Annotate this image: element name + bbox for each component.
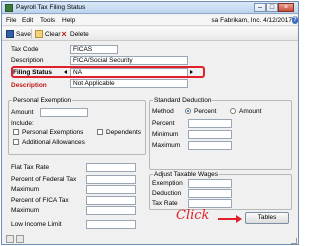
amount-radio[interactable] (230, 108, 236, 114)
title-bar[interactable]: Payroll Tax Filing Status – □ × (2, 2, 298, 14)
menu-file[interactable]: File (6, 17, 16, 24)
filing-status-highlight (11, 66, 205, 78)
exemption-field[interactable] (188, 179, 232, 188)
menu-edit[interactable]: Edit (22, 17, 33, 24)
clear-label: Clear (45, 30, 61, 38)
dependents-label: Dependents (106, 129, 142, 136)
description-label: Description (11, 57, 44, 64)
sd-percent-label: Percent (152, 120, 175, 127)
help-icon[interactable]: ? (292, 16, 298, 24)
save-label: Save (16, 30, 31, 38)
adjust-taxable-wages-title: Adjust Taxable Wages (153, 171, 219, 178)
percent-fica-tax-label: Percent of FICA Tax (11, 197, 69, 204)
menu-bar: File Edit Tools Help sa Fabrikam, Inc. 4… (2, 15, 298, 26)
percent-federal-tax-label: Percent of Federal Tax (11, 176, 77, 183)
annotation-arrow-icon (236, 215, 242, 223)
menu-tools[interactable]: Tools (40, 17, 55, 24)
window-status-icon[interactable] (6, 235, 14, 243)
payroll-tax-filing-status-window: Payroll Tax Filing Status – □ × File Edi… (1, 1, 299, 245)
clear-button[interactable]: Clear (35, 29, 61, 39)
clear-icon (35, 30, 43, 38)
resize-grip-icon[interactable] (291, 238, 297, 244)
window-title: Payroll Tax Filing Status (16, 4, 86, 11)
toolbar: Save Clear × Delete (2, 27, 298, 41)
amount-field[interactable] (40, 108, 88, 117)
federal-maximum-label: Maximum (11, 186, 40, 193)
federal-maximum-field[interactable] (86, 185, 136, 194)
percent-federal-tax-field[interactable] (86, 175, 136, 184)
dependents-checkbox[interactable] (97, 129, 103, 135)
percent-option-label: Percent (194, 108, 217, 115)
low-income-limit-label: Low Income Limit (11, 221, 62, 228)
fica-maximum-label: Maximum (11, 207, 40, 214)
tax-code-field[interactable]: FICAS (70, 45, 118, 54)
standard-deduction-title: Standard Deduction (153, 97, 213, 104)
percent-fica-tax-field[interactable] (86, 196, 136, 205)
tax-rate-label: Tax Rate (152, 200, 178, 207)
minimize-button[interactable]: – (254, 3, 266, 12)
click-annotation: Click (176, 208, 210, 223)
method-label: Method (152, 108, 174, 115)
include-label: Include: (11, 120, 34, 127)
flat-tax-rate-field[interactable] (86, 163, 136, 172)
tax-rate-field[interactable] (188, 199, 232, 208)
delete-button[interactable]: × Delete (60, 29, 89, 39)
save-icon (6, 30, 14, 38)
additional-allowances-checkbox[interactable] (13, 139, 19, 145)
deduction-field[interactable] (188, 189, 232, 198)
amount-option-label: Amount (239, 108, 262, 115)
save-button[interactable]: Save (6, 29, 31, 39)
exemption-label: Exemption (152, 180, 183, 187)
menu-help[interactable]: Help (62, 17, 75, 24)
sd-minimum-label: Minimum (152, 131, 179, 138)
company-info: sa Fabrikam, Inc. 4/12/2017 (211, 17, 292, 24)
deduction-label: Deduction (152, 190, 182, 197)
delete-label: Delete (70, 30, 89, 38)
personal-exemption-title: Personal Exemption (12, 97, 73, 104)
description-field[interactable]: FICA/Social Security (70, 56, 188, 65)
sd-percent-field[interactable] (188, 119, 232, 128)
toolbar-separator (31, 29, 32, 39)
note-icon[interactable] (16, 235, 24, 243)
delete-icon: × (61, 29, 67, 39)
app-icon (5, 4, 13, 12)
status-bar (2, 235, 298, 245)
annotation-arrow-line (218, 218, 238, 220)
flat-tax-rate-label: Flat Tax Rate (11, 164, 50, 171)
maximize-button[interactable]: □ (266, 3, 278, 12)
tables-button[interactable]: Tables (245, 212, 289, 224)
amount-label: Amount (11, 109, 34, 116)
sd-maximum-label: Maximum (152, 142, 181, 149)
close-button[interactable]: × (278, 3, 294, 12)
filing-description-field[interactable]: Not Applicable (70, 79, 188, 88)
tax-code-label: Tax Code (11, 46, 39, 53)
sd-minimum-field[interactable] (188, 130, 232, 139)
personal-exemptions-checkbox[interactable] (13, 129, 19, 135)
filing-description-label: Description (11, 82, 47, 89)
sd-maximum-field[interactable] (188, 141, 232, 150)
additional-allowances-label: Additional Allowances (22, 139, 85, 146)
fica-maximum-field[interactable] (86, 206, 136, 215)
personal-exemptions-label: Personal Exemptions (22, 129, 84, 136)
low-income-limit-field[interactable] (86, 220, 136, 229)
percent-radio[interactable] (185, 108, 191, 114)
